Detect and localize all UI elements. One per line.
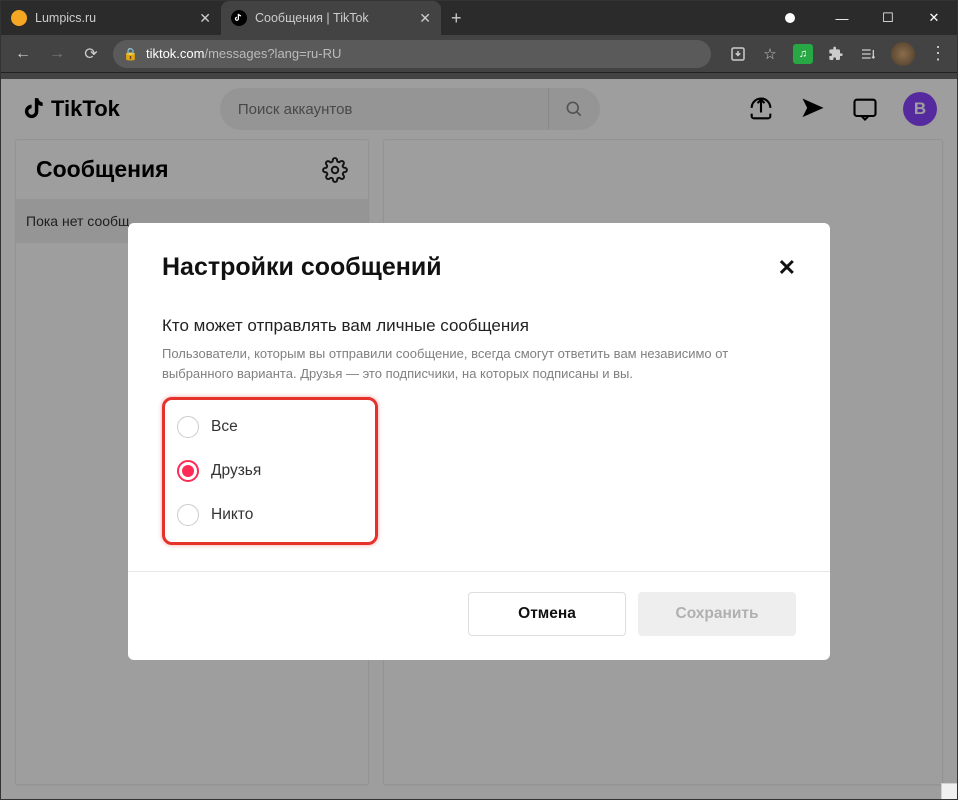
radio-icon xyxy=(177,504,199,526)
radio-icon xyxy=(177,460,199,482)
star-icon[interactable]: ☆ xyxy=(761,45,779,63)
settings-modal: Настройки сообщений ✕ Кто может отправля… xyxy=(128,223,830,660)
close-icon[interactable]: ✕ xyxy=(199,10,211,27)
radio-option-all[interactable]: Все xyxy=(177,416,363,438)
back-button[interactable]: ← xyxy=(11,42,35,66)
new-tab-button[interactable]: + xyxy=(441,1,472,35)
address-bar[interactable]: 🔒 tiktok.com/messages?lang=ru-RU xyxy=(113,40,711,68)
minimize-button[interactable]: — xyxy=(819,1,865,35)
divider xyxy=(128,571,830,572)
install-icon[interactable] xyxy=(729,45,747,63)
favicon-tiktok xyxy=(231,10,247,26)
modal-description: Пользователи, которым вы отправили сообщ… xyxy=(162,344,796,383)
radio-option-nobody[interactable]: Никто xyxy=(177,504,363,526)
page-viewport: TikTok В Сообщения Пока нет xyxy=(1,79,957,799)
browser-tab-tiktok[interactable]: Сообщения | TikTok ✕ xyxy=(221,1,441,35)
modal-close-button[interactable]: ✕ xyxy=(778,255,796,281)
extensions-icon[interactable] xyxy=(827,45,845,63)
modal-subtitle: Кто может отправлять вам личные сообщени… xyxy=(162,316,796,336)
close-icon[interactable]: ✕ xyxy=(419,10,431,27)
privacy-radio-group: Все Друзья Никто xyxy=(162,397,378,545)
save-button: Сохранить xyxy=(638,592,796,636)
browser-menu-button[interactable]: ⋮ xyxy=(929,43,947,64)
window-titlebar: Lumpics.ru ✕ Сообщения | TikTok ✕ + — ☐ … xyxy=(1,1,957,35)
reading-list-icon[interactable] xyxy=(859,45,877,63)
maximize-button[interactable]: ☐ xyxy=(865,1,911,35)
radio-label: Все xyxy=(211,418,238,436)
url-text: tiktok.com/messages?lang=ru-RU xyxy=(146,46,341,61)
modal-overlay[interactable]: Настройки сообщений ✕ Кто может отправля… xyxy=(1,79,957,799)
cancel-button[interactable]: Отмена xyxy=(468,592,626,636)
radio-label: Никто xyxy=(211,506,253,524)
lock-icon: 🔒 xyxy=(123,47,138,61)
modal-header: Настройки сообщений ✕ xyxy=(162,253,796,282)
radio-option-friends[interactable]: Друзья xyxy=(177,460,363,482)
tab-strip: Lumpics.ru ✕ Сообщения | TikTok ✕ + xyxy=(1,1,785,35)
profile-avatar[interactable] xyxy=(891,42,915,66)
radio-label: Друзья xyxy=(211,462,261,480)
favicon-lumpics xyxy=(11,10,27,26)
forward-button: → xyxy=(45,42,69,66)
scroll-corner xyxy=(941,783,957,799)
browser-navbar: ← → ⟳ 🔒 tiktok.com/messages?lang=ru-RU ☆… xyxy=(1,35,957,73)
radio-icon xyxy=(177,416,199,438)
modal-actions: Отмена Сохранить xyxy=(162,592,796,636)
reload-button[interactable]: ⟳ xyxy=(79,42,103,66)
tab-title: Сообщения | TikTok xyxy=(255,11,411,25)
modal-title: Настройки сообщений xyxy=(162,253,442,282)
tab-title: Lumpics.ru xyxy=(35,11,191,25)
navbar-actions: ☆ ♫ ⋮ xyxy=(729,42,947,66)
browser-tab-lumpics[interactable]: Lumpics.ru ✕ xyxy=(1,1,221,35)
window-controls: — ☐ ✕ xyxy=(785,1,957,35)
status-dot-icon xyxy=(785,13,795,23)
extension-music-icon[interactable]: ♫ xyxy=(793,44,813,64)
close-window-button[interactable]: ✕ xyxy=(911,1,957,35)
